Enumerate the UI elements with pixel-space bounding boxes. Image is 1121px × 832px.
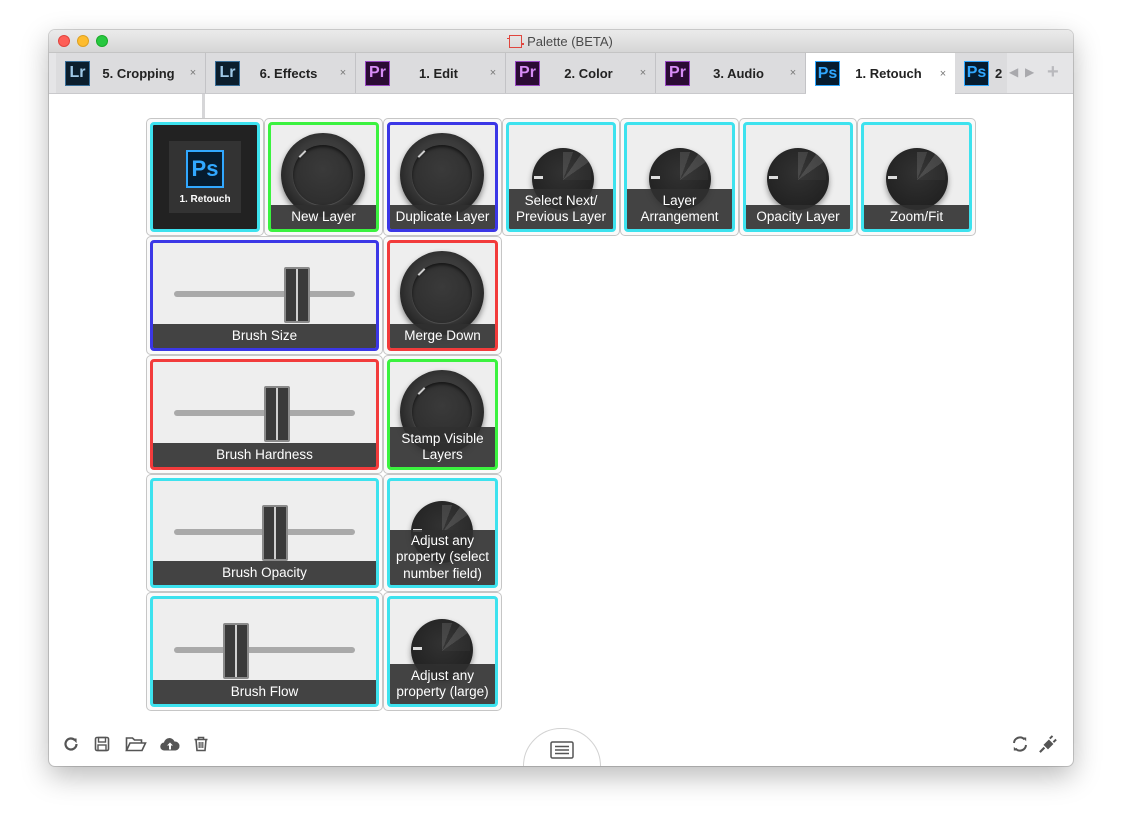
dial-layer-arrangement[interactable]: Layer Arrangement [620, 118, 739, 236]
tab-3-audio[interactable]: Pr 3. Audio × [656, 53, 806, 93]
control-label: Select Next/ Previous Layer [509, 189, 613, 229]
photoshop-icon: Ps [964, 60, 989, 86]
tab-close-icon[interactable]: × [337, 67, 349, 79]
control-label: Opacity Layer [746, 205, 850, 229]
palette-app-icon [507, 34, 525, 48]
tab-2-partial[interactable]: Ps 2 [955, 53, 1007, 93]
control-label: Adjust any property (select number field… [390, 530, 495, 585]
dial-stamp-visible-layers[interactable]: Stamp Visible Layers [383, 355, 502, 474]
profile-tab-bar: Lr 5. Cropping × Lr 6. Effects × Pr 1. E… [49, 53, 1073, 94]
lightroom-icon: Lr [65, 60, 90, 86]
plug-icon[interactable] [1035, 733, 1061, 755]
tab-6-effects[interactable]: Lr 6. Effects × [206, 53, 356, 93]
control-label: Adjust any property (large) [390, 664, 495, 704]
control-label: Brush Opacity [153, 561, 376, 585]
control-label: Merge Down [390, 324, 495, 348]
layout-icon [550, 741, 574, 764]
control-label: Zoom/Fit [864, 205, 969, 229]
dial-knob[interactable] [886, 148, 948, 210]
photoshop-icon: Ps [815, 61, 840, 86]
control-label: Brush Hardness [153, 443, 376, 467]
premiere-icon: Pr [665, 60, 690, 86]
tab-close-icon[interactable]: × [937, 68, 949, 80]
dial-adjust-any-property-select-number-field[interactable]: Adjust any property (select number field… [383, 474, 502, 592]
palette-window: Palette (BETA) Lr 5. Cropping × Lr 6. Ef… [49, 30, 1073, 766]
add-tab-button[interactable]: + [1047, 61, 1059, 84]
tab-2-color[interactable]: Pr 2. Color × [506, 53, 656, 93]
premiere-icon: Pr [515, 60, 540, 86]
control-label: Brush Size [153, 324, 376, 348]
slider-brush-hardness[interactable]: Brush Hardness [146, 355, 383, 474]
slider-handle[interactable] [262, 505, 289, 561]
slider-brush-flow[interactable]: Brush Flow [146, 592, 383, 711]
window-title: Palette (BETA) [527, 33, 613, 49]
scroll-right-icon[interactable]: ▶ [1025, 65, 1034, 79]
tab-label: 2 [995, 65, 1003, 81]
tab-label: 1. Edit [418, 65, 458, 81]
premiere-icon: Pr [365, 60, 390, 86]
dial-new-layer[interactable]: New Layer [264, 118, 383, 236]
tab-label: 6. Effects [259, 65, 318, 81]
cloud-upload-icon[interactable] [157, 733, 183, 755]
tab-close-icon[interactable]: × [487, 67, 499, 79]
dial-knob[interactable] [400, 251, 484, 335]
tab-label: 2. Color [564, 65, 613, 81]
dial-merge-down[interactable]: Merge Down [383, 236, 502, 355]
tab-close-icon[interactable]: × [187, 67, 199, 79]
dial-zoom-fit[interactable]: Zoom/Fit [857, 118, 976, 236]
tab-1-retouch[interactable]: Ps 1. Retouch × [806, 53, 956, 94]
profile-tile[interactable]: Ps 1. Retouch [146, 118, 264, 236]
tab-label: 1. Retouch [855, 66, 922, 81]
active-tab-indicator [202, 94, 205, 118]
slider-brush-opacity[interactable]: Brush Opacity [146, 474, 383, 592]
tab-label: 5. Cropping [102, 65, 175, 81]
dial-knob[interactable] [767, 148, 829, 210]
tab-5-cropping[interactable]: Lr 5. Cropping × [56, 53, 206, 93]
control-label: Layer Arrangement [627, 189, 732, 229]
control-grid: Ps 1. Retouch New Layer Duplicate Layer … [146, 118, 976, 712]
control-label: New Layer [271, 205, 376, 229]
open-folder-icon[interactable] [123, 733, 149, 755]
photoshop-icon: Ps [186, 149, 224, 188]
tab-close-icon[interactable]: × [787, 67, 799, 79]
dial-adjust-any-property-large[interactable]: Adjust any property (large) [383, 592, 502, 711]
lightroom-icon: Lr [215, 60, 240, 86]
save-icon[interactable] [91, 733, 113, 755]
slider-handle[interactable] [222, 623, 249, 679]
layout-toggle-button[interactable] [523, 728, 601, 766]
dial-duplicate-layer[interactable]: Duplicate Layer [383, 118, 502, 236]
dial-opacity-layer[interactable]: Opacity Layer [739, 118, 857, 236]
control-label: Duplicate Layer [390, 205, 495, 229]
control-label: Brush Flow [153, 680, 376, 704]
dial-select-next-previous-layer[interactable]: Select Next/ Previous Layer [502, 118, 620, 236]
refresh-icon[interactable] [60, 733, 82, 755]
slider-track[interactable] [174, 647, 355, 653]
control-label: Stamp Visible Layers [390, 427, 495, 467]
slider-brush-size[interactable]: Brush Size [146, 236, 383, 355]
slider-handle[interactable] [264, 386, 291, 442]
sync-icon[interactable] [1009, 733, 1031, 755]
title-bar: Palette (BETA) [49, 30, 1073, 53]
profile-tile-label: 1. Retouch [179, 193, 231, 205]
trash-icon[interactable] [190, 733, 212, 755]
slider-track[interactable] [174, 291, 355, 297]
slider-handle[interactable] [284, 267, 311, 323]
tab-close-icon[interactable]: × [637, 67, 649, 79]
scroll-left-icon[interactable]: ◀ [1009, 65, 1018, 79]
tab-label: 3. Audio [713, 65, 764, 81]
tab-1-edit[interactable]: Pr 1. Edit × [356, 53, 506, 93]
